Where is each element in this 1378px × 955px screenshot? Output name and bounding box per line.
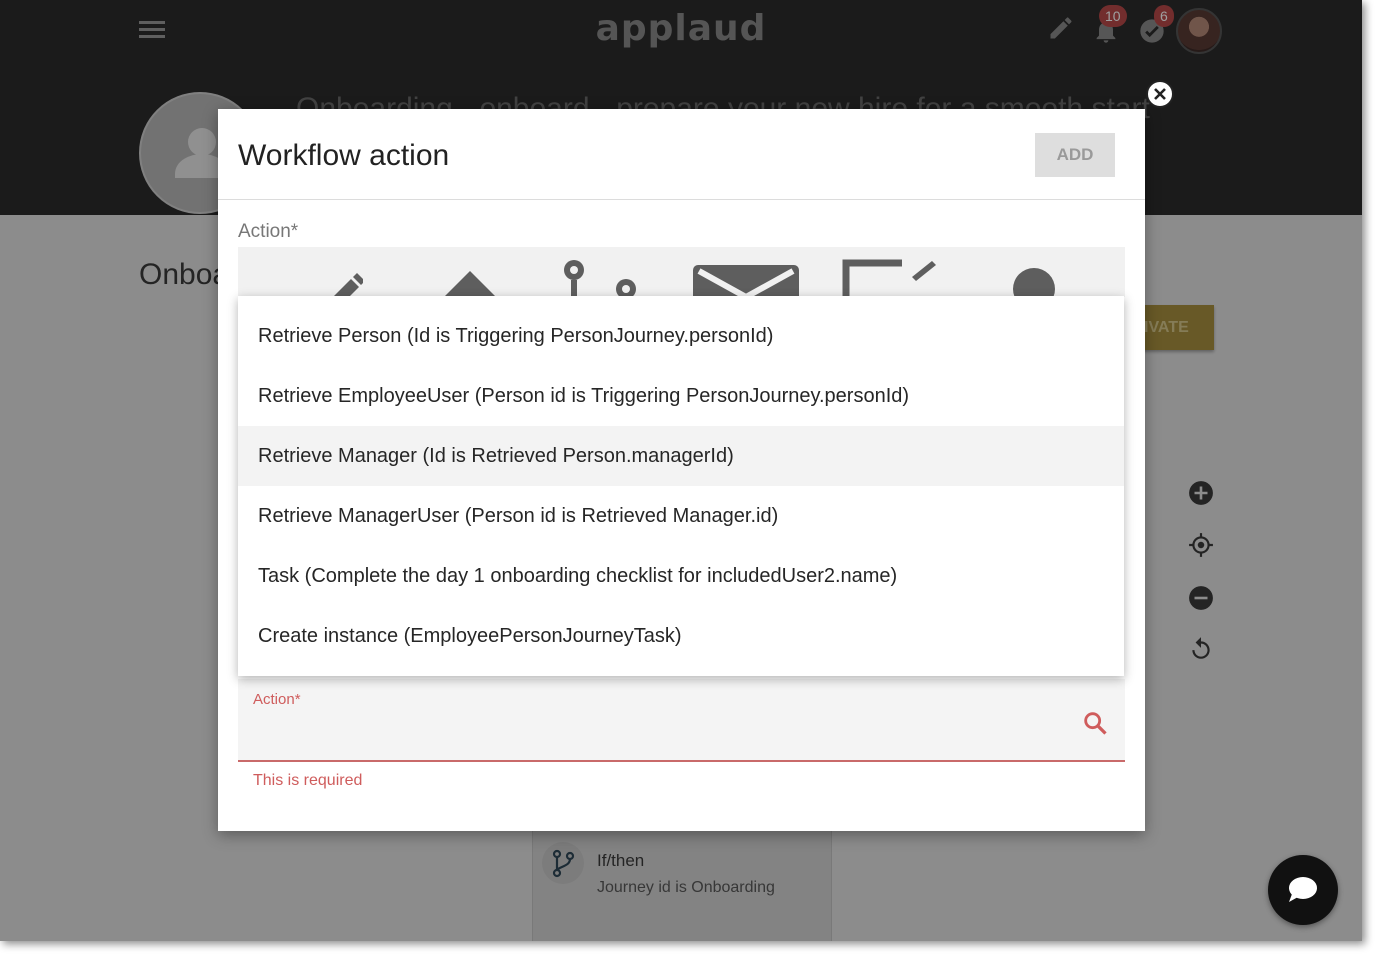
action-type-label: Action* — [238, 221, 299, 242]
add-button[interactable]: ADD — [1035, 133, 1115, 177]
task-icon[interactable] — [842, 257, 938, 297]
action-field-label: Action* — [253, 691, 301, 708]
dropdown-item-highlighted[interactable]: Retrieve Manager (Id is Retrieved Person… — [238, 426, 1124, 486]
action-search-field[interactable]: Action* — [238, 679, 1125, 762]
dropdown-item[interactable]: Create instance (EmployeePersonJourneyTa… — [238, 606, 1124, 666]
dialog-title: Workflow action — [238, 139, 450, 172]
chat-bubble-icon — [1289, 877, 1317, 902]
person-action-icon[interactable] — [1011, 265, 1057, 297]
divider — [218, 199, 1145, 200]
action-type-strip — [238, 247, 1125, 297]
dropdown-item[interactable]: Retrieve EmployeeUser (Person id is Trig… — [238, 366, 1124, 426]
required-error: This is required — [253, 772, 363, 789]
email-icon[interactable] — [693, 265, 799, 297]
dropdown-item[interactable]: Retrieve ManagerUser (Person id is Retri… — [238, 486, 1124, 546]
dropdown-item[interactable]: Retrieve Person (Id is Triggering Person… — [238, 306, 1124, 366]
close-icon — [1154, 88, 1166, 100]
close-dialog-button[interactable] — [1146, 80, 1174, 108]
dropdown-item[interactable]: Task (Complete the day 1 onboarding chec… — [238, 546, 1124, 606]
diamond-icon[interactable] — [440, 259, 500, 297]
relationship-icon[interactable] — [556, 255, 646, 297]
chat-button[interactable] — [1268, 855, 1338, 925]
search-icon[interactable] — [1081, 709, 1109, 737]
action-input[interactable] — [253, 715, 1073, 743]
action-dropdown: Retrieve Person (Id is Triggering Person… — [238, 296, 1124, 676]
edit-action-icon[interactable] — [313, 259, 363, 297]
